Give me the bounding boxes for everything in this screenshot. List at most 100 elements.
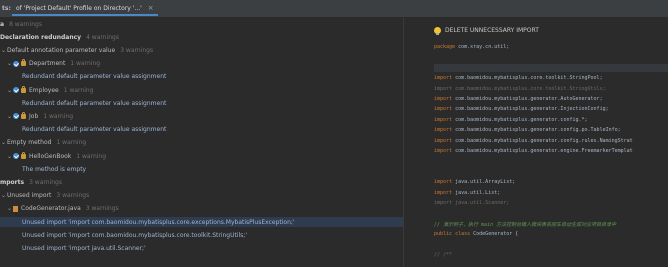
tab-label: of 'Project Default' Profile on Director… xyxy=(16,4,142,12)
tree-row[interactable]: Redundant default parameter value assign… xyxy=(0,125,403,135)
code-token: com.baomidou.mybatisplus.generator.Injec… xyxy=(455,106,609,113)
tree-row-label: Job xyxy=(29,112,39,120)
code-token: import xyxy=(434,75,456,82)
code-line: import com.baomidou.mybatisplus.generato… xyxy=(434,117,588,123)
code-line: import com.baomidou.mybatisplus.generato… xyxy=(434,127,621,133)
warning-count: 8 warnings xyxy=(9,20,42,28)
code-token: com.baomidou.mybatisplus.core.toolkit.St… xyxy=(455,75,603,82)
code-line: import com.baomidou.mybatisplus.core.too… xyxy=(434,75,603,81)
code-line: import com.baomidou.mybatisplus.generato… xyxy=(434,148,633,154)
code-token: com.baomidou.mybatisplus.generator.confi… xyxy=(455,127,621,134)
tree-row[interactable]: ⌄ Empty method 1 warning xyxy=(0,138,403,148)
highlighted-line xyxy=(434,63,668,72)
tree-row[interactable]: ⌄ Default annotation parameter value 3 war… xyxy=(0,45,403,55)
delete-unnecessary-import-fix[interactable]: DELETE UNNECESSARY IMPORT xyxy=(445,27,539,34)
tree-row-label: Unused import xyxy=(7,192,52,200)
code-line: import com.baomidou.mybatisplus.core.too… xyxy=(434,86,606,92)
tree-row[interactable]: Unused import 'import com.baomidou.mybat… xyxy=(0,230,403,240)
code-line: import java.util.Scanner; xyxy=(434,200,509,206)
warning-count: 3 warnings xyxy=(85,205,119,213)
warning-count: 1 warning xyxy=(56,139,87,147)
expand-arrow-icon[interactable]: ⌄ xyxy=(6,113,13,120)
expand-arrow-icon[interactable]: ⌄ xyxy=(6,60,13,67)
code-token: import xyxy=(434,137,456,144)
tree-row-label: Declaration redundancy xyxy=(0,33,82,41)
tree-row-label: Empty method xyxy=(7,139,52,147)
tree-row-label: Unused import 'import com.baomidou.mybat… xyxy=(22,218,295,226)
code-token: import xyxy=(434,96,456,102)
check-icon xyxy=(13,87,19,93)
tree-row-label: CodeGenerator.java xyxy=(21,205,81,213)
code-token: import com.baomidou.mybatisplus.core.too… xyxy=(434,85,606,92)
tree-row-label: Default annotation parameter value xyxy=(7,46,116,54)
expand-arrow-icon[interactable]: ⌄ xyxy=(0,47,7,54)
warning-count: 3 warnings xyxy=(120,46,154,54)
tree-row[interactable]: ⌄ Job 1 warning xyxy=(0,111,403,121)
tree-row[interactable]: Unused import 'import java.util.Scanner;… xyxy=(0,243,403,253)
tree-row[interactable]: a 8 warnings xyxy=(0,19,403,29)
warning-count: 4 warnings xyxy=(86,33,119,41)
check-icon xyxy=(13,60,19,67)
tree-row[interactable]: Redundant default parameter value assign… xyxy=(0,98,403,108)
warning-count: 3 warnings xyxy=(29,178,62,186)
code-token: com.baomidou.mybatisplus.generator.engin… xyxy=(455,148,633,154)
tree-row-label: Employee xyxy=(29,86,59,94)
code-token: import xyxy=(434,106,456,113)
tree-row[interactable]: mports 3 warnings xyxy=(0,177,403,187)
tree-row[interactable]: Declaration redundancy 4 warnings xyxy=(0,32,403,42)
warning-count: 1 warning xyxy=(43,112,74,120)
code-line: import com.baomidou.mybatisplus.generato… xyxy=(434,106,609,112)
lock-icon xyxy=(21,151,26,159)
code-token: import xyxy=(434,148,456,154)
lock-icon xyxy=(21,85,26,93)
expand-arrow-icon[interactable]: ⌄ xyxy=(0,139,7,146)
expand-arrow-icon[interactable]: ⌄ xyxy=(6,87,13,94)
lock-icon xyxy=(21,59,26,67)
java-file-icon xyxy=(13,205,18,212)
warning-count: 1 warning xyxy=(63,86,94,94)
tree-row-label: Redundant default parameter value assign… xyxy=(22,126,167,134)
tree-row[interactable]: ⌄ HelloGenBook 1 warning xyxy=(0,151,403,161)
check-icon xyxy=(13,153,19,159)
expand-arrow-icon[interactable]: ⌄ xyxy=(6,153,13,160)
code-token: com.xray.cn.util; xyxy=(458,44,510,50)
check-icon xyxy=(13,113,19,120)
code-token: java.util.ArrayList; xyxy=(455,179,516,186)
inspection-results-tab[interactable]: of 'Project Default' Profile on Director… xyxy=(12,2,158,16)
tree-row[interactable]: ⌄ Department 1 warning xyxy=(0,59,403,69)
tree-row-label: Department xyxy=(29,60,66,68)
tree-row-label: mports xyxy=(0,178,25,186)
code-token: com.baomidou.mybatisplus.generator.confi… xyxy=(455,137,633,144)
code-token: CodeGenerator { xyxy=(473,231,519,238)
tree-row[interactable]: ⌄ Unused import 3 warnings xyxy=(0,191,403,201)
lightbulb-icon xyxy=(434,26,441,35)
code-token: import xyxy=(434,189,456,196)
tree-row[interactable]: The method is empty xyxy=(0,164,403,174)
expand-arrow-icon[interactable]: ⌄ xyxy=(6,205,13,212)
code-token: import xyxy=(434,179,456,186)
tree-row[interactable]: ⌄ Employee 1 warning xyxy=(0,85,403,95)
tree-row-selected[interactable]: Unused import 'import com.baomidou.mybat… xyxy=(0,217,403,227)
code-token: com.baomidou.mybatisplus.generator.confi… xyxy=(455,116,588,123)
code-line: import java.util.List; xyxy=(434,190,500,196)
tree-row[interactable]: Redundant default parameter value assign… xyxy=(0,72,403,82)
code-token: import xyxy=(434,127,456,134)
close-icon[interactable]: × xyxy=(148,4,154,12)
inspection-tree: a 8 warnings Declaration redundancy 4 warni… xyxy=(0,18,403,267)
code-line: import java.util.ArrayList; xyxy=(434,179,515,185)
tab-bar-prefix: ts: xyxy=(2,5,11,12)
code-token: // 演示例子，执行 main 方法控制台输入模块表名回车自动生成对应项目目录中 xyxy=(434,221,617,228)
code-token: public class xyxy=(434,231,474,238)
code-token: package xyxy=(434,44,459,50)
warning-count: 3 warnings xyxy=(56,192,90,200)
tab-bar: ts: of 'Project Default' Profile on Dire… xyxy=(0,0,668,18)
tree-row[interactable]: ⌄ CodeGenerator.java 3 warnings xyxy=(0,204,403,214)
tree-row-label: Redundant default parameter value assign… xyxy=(22,73,167,81)
expand-arrow-icon[interactable]: ⌄ xyxy=(0,192,7,199)
code-token: // /** xyxy=(434,252,453,258)
code-line: package com.xray.cn.util; xyxy=(434,44,509,50)
tree-row-label: Unused import 'import com.baomidou.mybat… xyxy=(22,231,247,239)
code-line: import com.baomidou.mybatisplus.generato… xyxy=(434,96,603,102)
quick-fix-bar[interactable]: DELETE UNNECESSARY IMPORT xyxy=(434,24,539,36)
tree-row-label: Unused import 'import java.util.Scanner;… xyxy=(22,244,146,252)
